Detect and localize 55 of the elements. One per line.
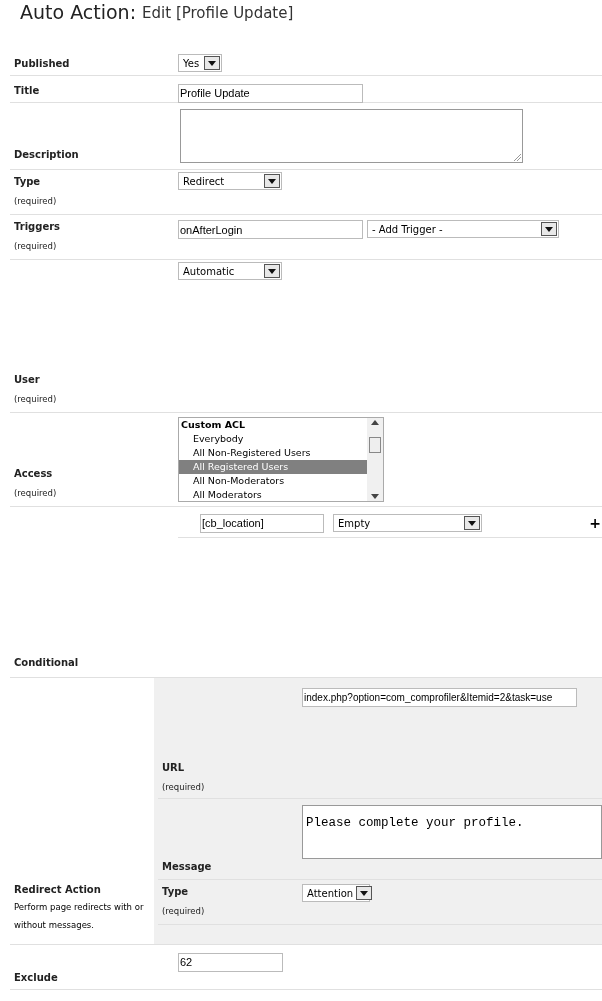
field-label: URL — [162, 761, 186, 775]
field-label: Published — [14, 57, 70, 71]
url-field[interactable]: index.php?option=com_comprofiler&Itemid=2&task=use — [302, 688, 577, 707]
field-label: Type — [162, 885, 190, 899]
resize-handle-icon[interactable] — [514, 154, 521, 161]
required-note: (required) — [14, 240, 58, 253]
text-field[interactable]: 62 — [178, 952, 283, 972]
field-label: Title — [14, 84, 40, 98]
dropdown[interactable]: - Add Trigger - — [367, 220, 559, 238]
required-note: (required) — [162, 905, 205, 918]
list-option[interactable]: All Registered Users — [179, 460, 367, 474]
description-textarea[interactable] — [180, 109, 523, 163]
required-note: (required) — [14, 487, 57, 500]
scrollbar-thumb[interactable] — [369, 436, 381, 453]
field-label: Triggers — [14, 220, 61, 234]
text-field[interactable]: onAfterLogin — [178, 220, 363, 239]
field-label: Message — [162, 860, 212, 874]
required-note: (required) — [162, 781, 205, 794]
dropdown[interactable]: Redirect — [178, 172, 282, 190]
field-label: Type — [14, 175, 42, 189]
access-listbox[interactable]: Custom ACL Everybody All Non-Registered Users All Registered Users All Non-Moderators All Moderators — [178, 417, 384, 502]
field-label: Conditional — [14, 656, 79, 670]
message-textarea[interactable]: Please complete your profile. — [302, 805, 602, 859]
message-text: Please complete your profile. — [306, 816, 524, 830]
scroll-down-icon[interactable] — [371, 494, 379, 499]
field-label: User — [14, 373, 41, 387]
field-description: Perform page redirects with or without messages. — [14, 901, 145, 932]
dropdown[interactable]: Attention — [302, 884, 370, 902]
option-group: Custom ACL — [179, 418, 367, 432]
field-label: Access — [14, 467, 54, 481]
dropdown[interactable]: Automatic — [178, 262, 282, 280]
dropdown-value: Yes — [183, 56, 200, 71]
dropdown-value: Empty — [338, 516, 371, 531]
dropdown-value: Automatic — [183, 264, 235, 279]
dropdown-value: Attention — [307, 886, 354, 901]
text-field[interactable]: Profile Update — [178, 83, 363, 103]
list-option[interactable]: Everybody — [179, 432, 367, 446]
dropdown-value: - Add Trigger - — [372, 222, 443, 237]
add-condition-button[interactable]: + — [589, 512, 601, 534]
page-title: Auto Action: — [20, 0, 137, 24]
scroll-up-icon[interactable] — [371, 420, 379, 425]
scrollbar[interactable] — [367, 418, 383, 501]
list-option[interactable]: All Moderators — [179, 488, 367, 502]
list-option[interactable]: All Non-Registered Users — [179, 446, 367, 460]
text-field[interactable]: [cb_location] — [200, 513, 324, 533]
required-note: (required) — [14, 393, 57, 406]
page-subtitle: Edit [Profile Update] — [142, 3, 294, 24]
dropdown[interactable]: Empty — [333, 514, 482, 532]
field-label: Redirect Action — [14, 883, 102, 897]
dropdown-value: Redirect — [183, 174, 225, 189]
required-note: (required) — [14, 195, 57, 208]
list-option[interactable]: All Non-Moderators — [179, 474, 367, 488]
dropdown[interactable]: Yes — [178, 54, 222, 72]
field-label: Description — [14, 148, 79, 162]
field-label: Exclude — [14, 971, 58, 985]
